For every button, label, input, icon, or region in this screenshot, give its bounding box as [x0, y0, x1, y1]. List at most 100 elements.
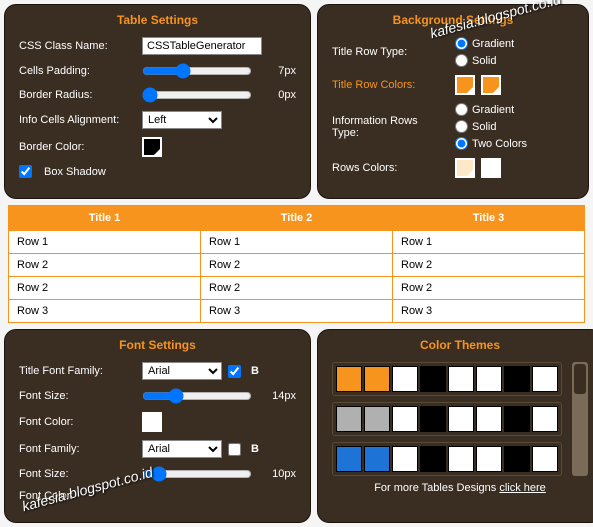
title-row-solid-radio[interactable] — [455, 54, 468, 67]
font-size2-label: Font Size: — [19, 468, 134, 480]
title-row-colors-label: Title Row Colors: — [332, 79, 447, 91]
table-cell: Row 2 — [201, 254, 393, 277]
font-family2-label: Font Family: — [19, 443, 134, 455]
font-color-label: Font Color: — [19, 416, 134, 428]
color-swatch — [532, 406, 558, 432]
preview-table-wrap: Title 1Title 2Title 3 Row 1Row 1Row 1Row… — [4, 205, 589, 323]
color-swatch — [476, 406, 502, 432]
color-swatch — [364, 366, 390, 392]
color-swatch — [448, 366, 474, 392]
color-swatch — [392, 406, 418, 432]
gradient-label: Gradient — [472, 38, 514, 50]
table-settings-title: Table Settings — [19, 13, 296, 27]
table-cell: Row 3 — [9, 300, 201, 323]
table-cell: Row 1 — [201, 231, 393, 254]
color-swatch — [532, 366, 558, 392]
table-row: Row 3Row 3Row 3 — [9, 300, 585, 323]
table-cell: Row 3 — [201, 300, 393, 323]
title-color-2-picker[interactable] — [481, 75, 501, 95]
theme-row[interactable] — [332, 362, 562, 396]
table-cell: Row 2 — [9, 254, 201, 277]
cells-padding-slider[interactable] — [142, 63, 252, 79]
table-row: Row 2Row 2Row 2 — [9, 254, 585, 277]
rows-color-1-picker[interactable] — [455, 158, 475, 178]
font-size2-value: 10px — [260, 468, 296, 480]
color-swatch — [504, 366, 530, 392]
gradient-label-2: Gradient — [472, 104, 514, 116]
border-radius-slider[interactable] — [142, 87, 252, 103]
table-header: Title 2 — [201, 206, 393, 231]
rows-color-2-picker[interactable] — [481, 158, 501, 178]
color-swatch — [392, 366, 418, 392]
table-row: Row 2Row 2Row 2 — [9, 277, 585, 300]
box-shadow-checkbox[interactable] — [19, 165, 32, 178]
solid-label-2: Solid — [472, 121, 496, 133]
border-radius-label: Border Radius: — [19, 89, 134, 101]
title-row-gradient-radio[interactable] — [455, 37, 468, 50]
color-themes-title: Color Themes — [332, 338, 588, 352]
themes-list — [332, 362, 568, 476]
color-swatch — [420, 366, 446, 392]
font-size-label: Font Size: — [19, 390, 134, 402]
info-rows-gradient-radio[interactable] — [455, 103, 468, 116]
color-swatch — [420, 406, 446, 432]
info-rows-two-colors-radio[interactable] — [455, 137, 468, 150]
border-color-label: Border Color: — [19, 141, 134, 153]
table-header: Title 3 — [393, 206, 585, 231]
css-class-label: CSS Class Name: — [19, 40, 134, 52]
title-font-family-label: Title Font Family: — [19, 365, 134, 377]
color-swatch — [476, 366, 502, 392]
info-align-select[interactable]: Left — [142, 111, 222, 129]
info-align-label: Info Cells Alignment: — [19, 114, 134, 126]
themes-link-row: For more Tables Designs click here — [332, 482, 588, 494]
table-cell: Row 1 — [393, 231, 585, 254]
theme-row[interactable] — [332, 442, 562, 476]
border-color-picker[interactable] — [142, 137, 162, 157]
color-swatch — [336, 446, 362, 472]
font-size2-slider[interactable] — [142, 466, 252, 482]
bold2-checkbox[interactable] — [228, 443, 241, 456]
color-swatch — [504, 446, 530, 472]
color-swatch — [364, 406, 390, 432]
font-family2-select[interactable]: Arial — [142, 440, 222, 458]
color-swatch — [476, 446, 502, 472]
font-size-slider[interactable] — [142, 388, 252, 404]
title-color-1-picker[interactable] — [455, 75, 475, 95]
table-cell: Row 3 — [393, 300, 585, 323]
info-rows-type-label: Information Rows Type: — [332, 115, 447, 139]
box-shadow-label: Box Shadow — [44, 166, 159, 178]
table-row: Row 1Row 1Row 1 — [9, 231, 585, 254]
font-color2-label: Font Color: — [19, 490, 134, 502]
info-rows-solid-radio[interactable] — [455, 120, 468, 133]
bold-label: B — [251, 365, 259, 377]
table-cell: Row 2 — [393, 277, 585, 300]
font-settings-panel: Font Settings Title Font Family: Arial B… — [4, 329, 311, 523]
background-settings-panel: Background Settings Title Row Type: Grad… — [317, 4, 589, 199]
two-colors-label: Two Colors — [472, 138, 527, 150]
table-cell: Row 2 — [201, 277, 393, 300]
font-settings-title: Font Settings — [19, 338, 296, 352]
preview-table: Title 1Title 2Title 3 Row 1Row 1Row 1Row… — [8, 205, 585, 323]
themes-link[interactable]: click here — [499, 482, 545, 494]
bold-label-2: B — [251, 443, 259, 455]
table-cell: Row 1 — [9, 231, 201, 254]
css-class-input[interactable] — [142, 37, 262, 55]
table-settings-panel: Table Settings CSS Class Name: Cells Pad… — [4, 4, 311, 199]
color-swatch — [392, 446, 418, 472]
table-cell: Row 2 — [9, 277, 201, 300]
color-themes-panel: Color Themes For more Tables Designs cli… — [317, 329, 593, 523]
title-bold-checkbox[interactable] — [228, 365, 241, 378]
color-swatch — [448, 446, 474, 472]
color-swatch — [336, 406, 362, 432]
themes-scrollbar[interactable] — [572, 362, 588, 476]
theme-row[interactable] — [332, 402, 562, 436]
table-header: Title 1 — [9, 206, 201, 231]
solid-label: Solid — [472, 55, 496, 67]
font-color-picker[interactable] — [142, 412, 162, 432]
title-font-family-select[interactable]: Arial — [142, 362, 222, 380]
title-row-type-label: Title Row Type: — [332, 46, 447, 58]
font-size-value: 14px — [260, 390, 296, 402]
rows-colors-label: Rows Colors: — [332, 162, 447, 174]
color-swatch — [448, 406, 474, 432]
color-swatch — [532, 446, 558, 472]
